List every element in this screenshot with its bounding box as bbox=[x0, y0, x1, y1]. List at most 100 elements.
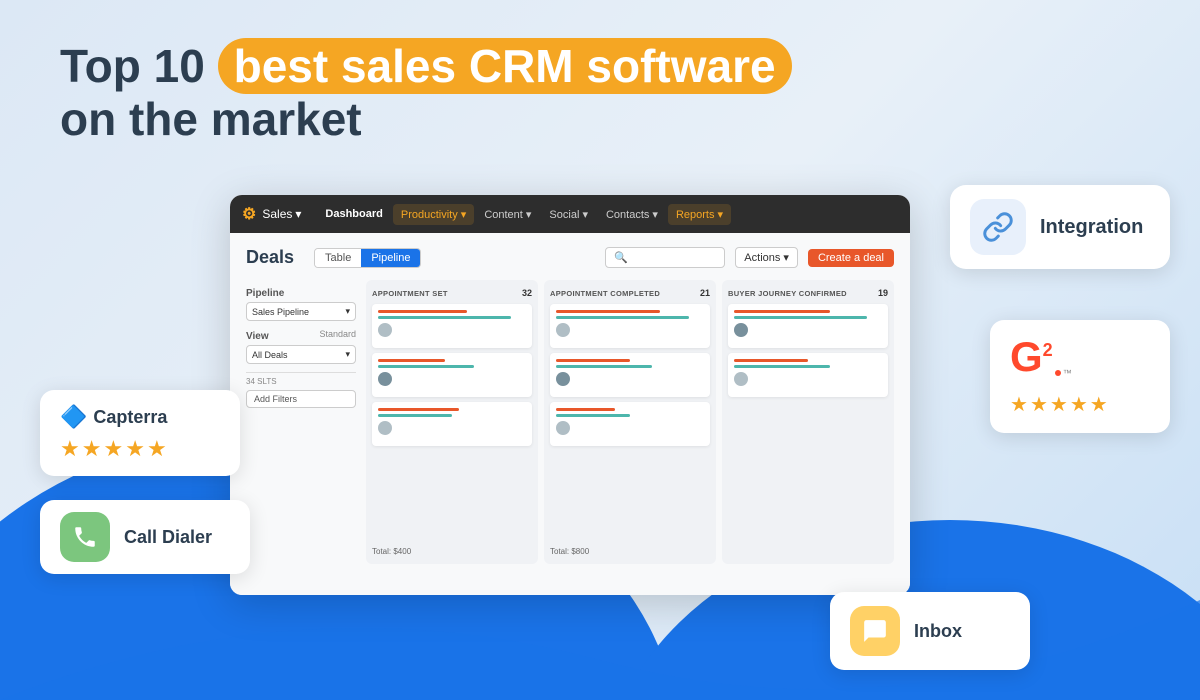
integration-label: Integration bbox=[1040, 216, 1143, 239]
hero-title-area: Top 10 best sales CRM software on the ma… bbox=[60, 40, 792, 146]
chat-icon bbox=[862, 618, 888, 644]
integration-card: Integration bbox=[950, 185, 1170, 269]
deal-bar-teal bbox=[556, 414, 630, 417]
nav-dashboard[interactable]: Dashboard bbox=[317, 204, 390, 224]
nav-social[interactable]: Social ▾ bbox=[541, 204, 596, 225]
view-label-row: View Standard bbox=[246, 323, 356, 345]
star4: ★ bbox=[1070, 392, 1088, 417]
deal-card bbox=[550, 304, 710, 348]
capterra-stars: ★ ★ ★ ★ ★ bbox=[60, 436, 167, 462]
nav-productivity[interactable]: Productivity ▾ bbox=[393, 204, 474, 225]
capterra-star1: ★ bbox=[60, 436, 80, 462]
title-line2: on the market bbox=[60, 93, 792, 146]
deal-bar-red bbox=[556, 310, 660, 313]
avatar bbox=[734, 372, 748, 386]
view-select[interactable]: All Deals ▾ bbox=[246, 345, 356, 364]
view-mode: Standard bbox=[319, 329, 356, 339]
filter-divider bbox=[246, 372, 356, 373]
col2-count: 21 bbox=[700, 288, 710, 298]
deal-card bbox=[728, 353, 888, 397]
crm-screenshot: ⚙ Sales ▾ Dashboard Productivity ▾ Conte… bbox=[230, 195, 910, 595]
capterra-star2: ★ bbox=[82, 436, 102, 462]
deal-bar-red bbox=[556, 359, 630, 362]
col2-total: Total: $800 bbox=[550, 543, 710, 556]
title-line1: Top 10 best sales CRM software bbox=[60, 40, 792, 93]
inbox-label: Inbox bbox=[914, 621, 962, 642]
deal-bar-teal bbox=[378, 414, 452, 417]
kanban-column-buyer-journey: BUYER JOURNEY CONFIRMED 19 bbox=[722, 280, 894, 564]
deal-card bbox=[550, 353, 710, 397]
g2-stars: ★ ★ ★ ★ ★ bbox=[1010, 392, 1108, 417]
title-highlight: best sales CRM software bbox=[218, 38, 792, 94]
results-text: 34 SLTS bbox=[246, 377, 356, 386]
deal-bar-red bbox=[378, 359, 445, 362]
g2-dot bbox=[1055, 370, 1061, 376]
col2-header: APPOINTMENT COMPLETED 21 bbox=[550, 288, 710, 298]
crm-body: Deals Table Pipeline 🔍 Actions ▾ Create … bbox=[230, 233, 910, 595]
deal-bar-teal bbox=[556, 365, 652, 368]
kanban-column-appointment-completed: APPOINTMENT COMPLETED 21 bbox=[544, 280, 716, 564]
g2-tm: ™ bbox=[1063, 368, 1072, 378]
view-tabs: Table Pipeline bbox=[314, 248, 421, 268]
nav-sales-chevron: ▾ bbox=[295, 207, 301, 221]
pipeline-value: Sales Pipeline bbox=[252, 307, 309, 317]
star2: ★ bbox=[1030, 392, 1048, 417]
tab-pipeline[interactable]: Pipeline bbox=[361, 249, 420, 267]
actions-button[interactable]: Actions ▾ bbox=[735, 247, 798, 268]
add-filters-button[interactable]: Add Filters bbox=[246, 390, 356, 408]
star5-half: ★ bbox=[1090, 392, 1108, 417]
call-icon-bg bbox=[60, 512, 110, 562]
view-value: All Deals bbox=[252, 350, 288, 360]
deal-bar-teal bbox=[734, 316, 867, 319]
search-icon: 🔍 bbox=[614, 251, 628, 264]
deal-bar-teal bbox=[378, 316, 511, 319]
deal-bar-red bbox=[378, 310, 467, 313]
avatar bbox=[378, 323, 392, 337]
crm-navbar: ⚙ Sales ▾ Dashboard Productivity ▾ Conte… bbox=[230, 195, 910, 233]
capterra-name: Capterra bbox=[93, 407, 167, 428]
col3-count: 19 bbox=[878, 288, 888, 298]
nav-contacts[interactable]: Contacts ▾ bbox=[598, 204, 666, 225]
avatar bbox=[556, 372, 570, 386]
capterra-icon: 🔷 bbox=[60, 404, 87, 430]
col3-title: BUYER JOURNEY CONFIRMED bbox=[728, 289, 847, 298]
col1-header: APPOINTMENT SET 32 bbox=[372, 288, 532, 298]
inbox-icon-bg bbox=[850, 606, 900, 656]
deal-card bbox=[372, 304, 532, 348]
call-dialer-label: Call Dialer bbox=[124, 527, 212, 548]
deal-bar-teal bbox=[556, 316, 689, 319]
create-deal-button[interactable]: Create a deal bbox=[808, 249, 894, 267]
pipeline-label: Pipeline bbox=[246, 288, 356, 299]
deal-bar-red bbox=[556, 408, 615, 411]
avatar bbox=[556, 323, 570, 337]
hubspot-logo: ⚙ bbox=[242, 204, 256, 224]
nav-sales-label: Sales bbox=[262, 207, 292, 221]
capterra-star5: ★ bbox=[147, 436, 167, 462]
nav-sales-menu[interactable]: Sales ▾ bbox=[262, 207, 301, 221]
view-chevron: ▾ bbox=[345, 349, 350, 360]
call-dialer-card: Call Dialer bbox=[40, 500, 250, 574]
pipeline-select[interactable]: Sales Pipeline ▾ bbox=[246, 302, 356, 321]
col3-header: BUYER JOURNEY CONFIRMED 19 bbox=[728, 288, 888, 298]
deal-bar-red bbox=[734, 359, 808, 362]
sidebar-filters: Pipeline Sales Pipeline ▾ View Standard … bbox=[246, 280, 356, 564]
phone-icon bbox=[72, 524, 98, 550]
search-bar[interactable]: 🔍 bbox=[605, 247, 725, 268]
pipeline-chevron: ▾ bbox=[345, 306, 350, 317]
tab-table[interactable]: Table bbox=[315, 249, 361, 267]
capterra-card: 🔷 Capterra ★ ★ ★ ★ ★ bbox=[40, 390, 240, 476]
deal-bar-red bbox=[734, 310, 830, 313]
integration-icon-bg bbox=[970, 199, 1026, 255]
kanban-board: APPOINTMENT SET 32 bbox=[366, 280, 894, 564]
link-icon bbox=[982, 211, 1014, 243]
g2-rating-card: G2 ™ ★ ★ ★ ★ ★ bbox=[990, 320, 1170, 433]
pipeline-area: Pipeline Sales Pipeline ▾ View Standard … bbox=[246, 280, 894, 564]
deals-header: Deals Table Pipeline 🔍 Actions ▾ Create … bbox=[246, 247, 894, 268]
avatar bbox=[734, 323, 748, 337]
nav-content[interactable]: Content ▾ bbox=[476, 204, 539, 225]
title-prefix: Top 10 bbox=[60, 40, 218, 92]
deal-bar-teal bbox=[734, 365, 830, 368]
col1-title: APPOINTMENT SET bbox=[372, 289, 448, 298]
deal-bar-red bbox=[378, 408, 459, 411]
nav-reports[interactable]: Reports ▾ bbox=[668, 204, 731, 225]
